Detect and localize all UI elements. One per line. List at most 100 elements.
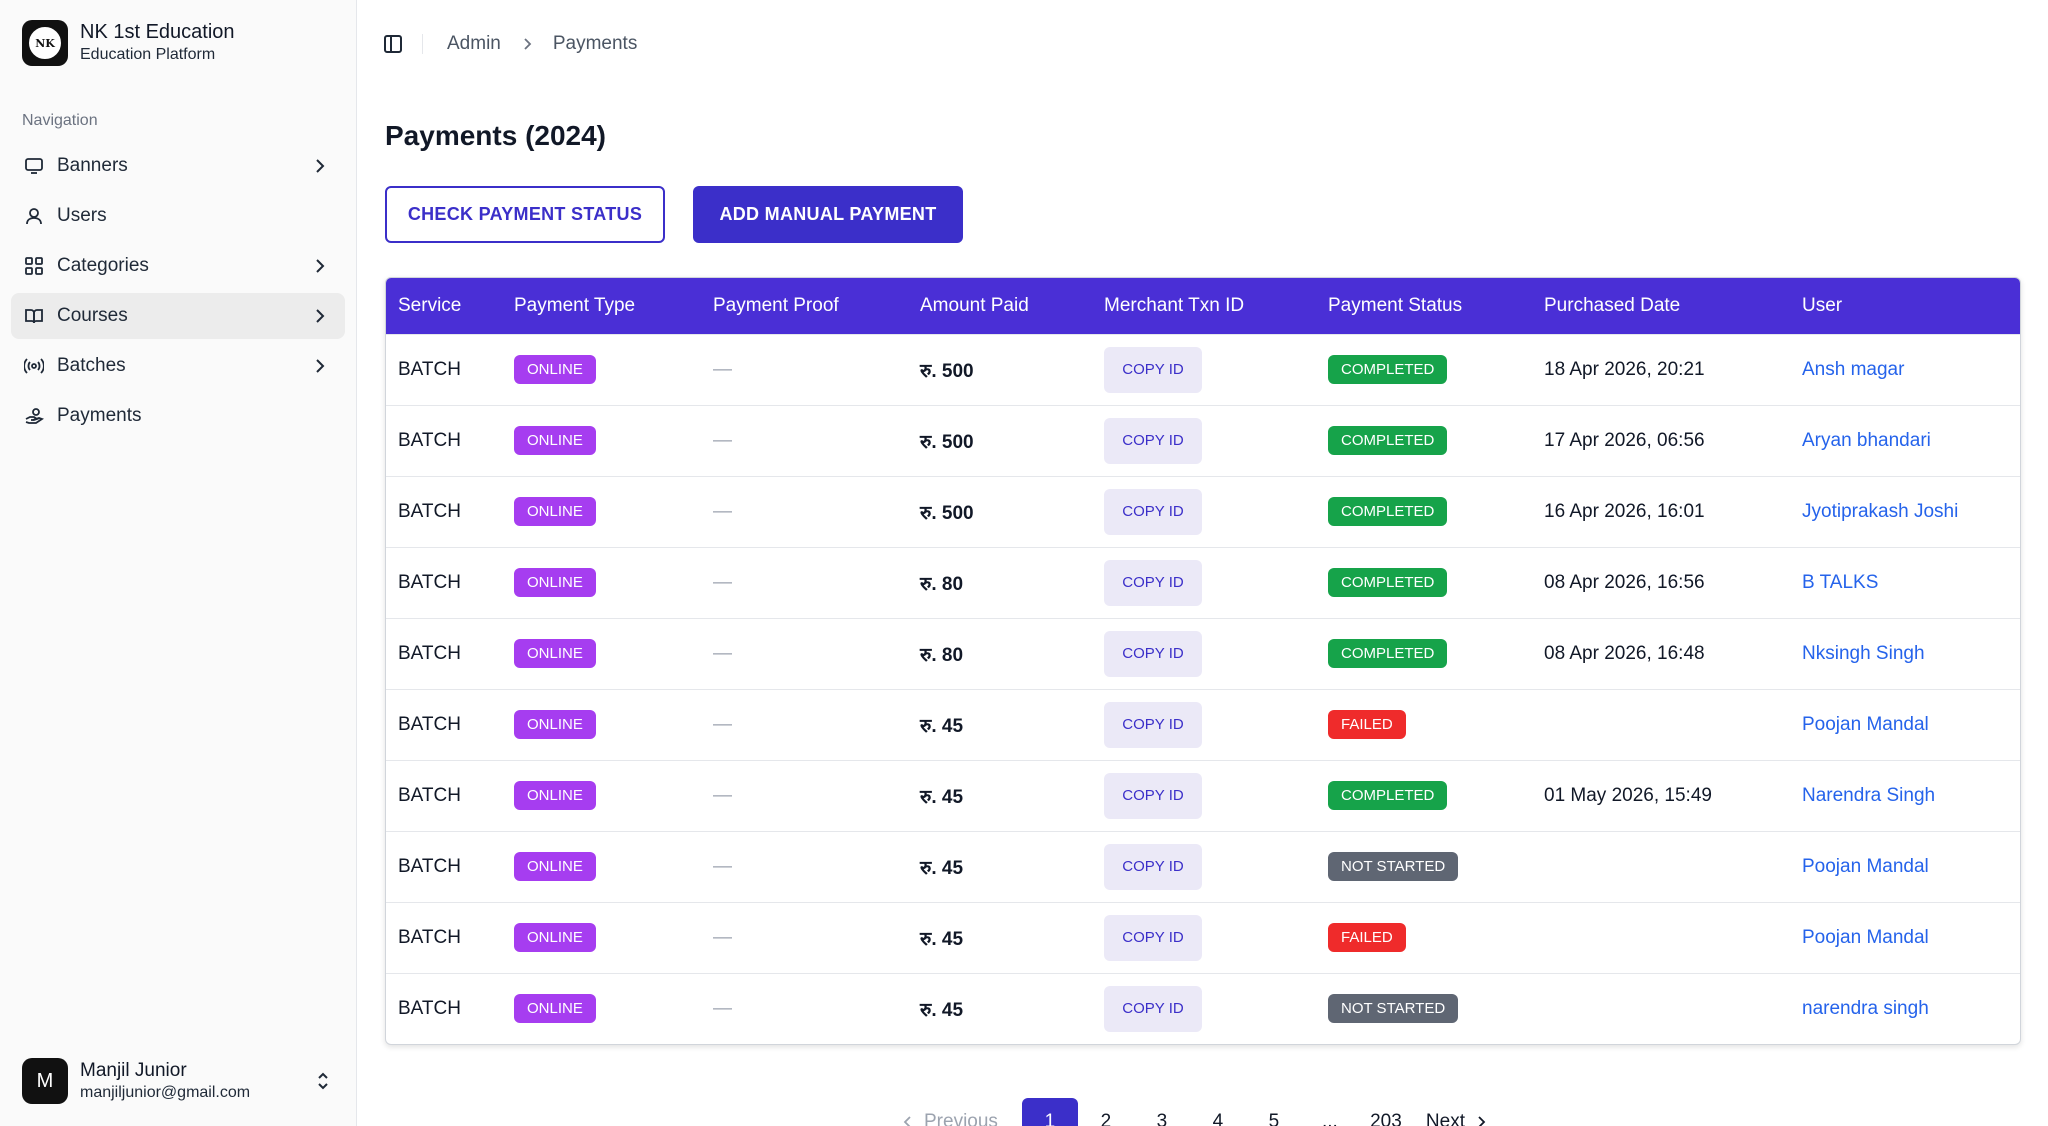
cell-purchased-date <box>1532 902 1790 973</box>
cell-purchased-date: 16 Apr 2026, 16:01 <box>1544 500 1705 522</box>
copy-id-button[interactable]: COPY ID <box>1104 772 1202 819</box>
table-row: BATCH ONLINE — रु. 45 COPY ID FAILED Poojan Ma… <box>386 689 2020 760</box>
payment-type-badge: ONLINE <box>514 852 596 881</box>
page-1[interactable]: 1 <box>1021 1098 1078 1126</box>
brand[interactable]: NK NK 1st Education Education Platform <box>22 20 235 66</box>
copy-id-button[interactable]: COPY ID <box>1104 914 1202 961</box>
breadcrumb-admin[interactable]: Admin <box>447 33 501 55</box>
add-manual-payment-button[interactable]: ADD MANUAL PAYMENT <box>693 186 963 243</box>
copy-id-button[interactable]: COPY ID <box>1104 346 1202 393</box>
status-badge: COMPLETED <box>1328 355 1448 384</box>
cell-amount: रु. 500 <box>920 502 974 524</box>
sidebar-toggle-icon[interactable] <box>382 33 404 55</box>
table-row: BATCH ONLINE — रु. 80 COPY ID COMPLETED 08 Apr… <box>386 547 2020 618</box>
sidebar-item-users[interactable]: Users <box>11 193 345 239</box>
copy-id-button[interactable]: COPY ID <box>1104 630 1202 677</box>
sidebar-item-categories[interactable]: Categories <box>11 243 345 289</box>
column-header: Amount Paid <box>920 294 1029 316</box>
cell-merchant-txn: COPY ID <box>1092 405 1316 476</box>
copy-id-button[interactable]: COPY ID <box>1104 488 1202 535</box>
cell-payment-proof: — <box>701 902 908 973</box>
user-link[interactable]: Ansh magar <box>1802 359 1904 380</box>
copy-id-button[interactable]: COPY ID <box>1104 701 1202 748</box>
status-badge: COMPLETED <box>1328 568 1448 597</box>
pagination-previous[interactable]: Previous <box>900 1111 998 1126</box>
cell-payment-proof: — <box>701 405 908 476</box>
column-header: Service <box>398 294 462 316</box>
payment-hand-icon <box>23 405 45 427</box>
sidebar-item-label: Batches <box>57 355 126 376</box>
cell-service: BATCH <box>398 358 461 380</box>
column-header: Payment Proof <box>713 294 839 316</box>
payment-type-badge: ONLINE <box>514 639 596 668</box>
pagination-ellipsis: ... <box>1322 1111 1338 1126</box>
cell-user: Nksingh Singh <box>1790 618 2020 689</box>
payment-proof-empty: — <box>713 997 732 1019</box>
copy-id-button[interactable]: COPY ID <box>1104 985 1202 1032</box>
cell-merchant-txn: COPY ID <box>1092 902 1316 973</box>
cell-service: BATCH <box>398 997 461 1019</box>
sidebar-item-label: Courses <box>57 305 128 326</box>
brand-name: NK 1st Education <box>80 21 235 43</box>
user-link[interactable]: narendra singh <box>1802 998 1929 1019</box>
page-2[interactable]: 2 <box>1078 1098 1134 1126</box>
cell-purchased-date <box>1532 689 1790 760</box>
chevron-right-icon <box>316 159 325 173</box>
cell-payment-type: ONLINE <box>502 902 701 973</box>
broadcast-icon <box>23 355 45 377</box>
status-badge: COMPLETED <box>1328 639 1448 668</box>
chevrons-up-down-icon[interactable] <box>312 1070 334 1092</box>
sidebar-item-payments[interactable]: Payments <box>11 393 345 439</box>
status-badge: FAILED <box>1328 923 1406 952</box>
column-header: Payment Type <box>514 294 636 316</box>
cell-amount: रु. 45 <box>920 715 964 737</box>
page-5[interactable]: 5 <box>1246 1098 1302 1126</box>
cell-purchased-date: 01 May 2026, 15:49 <box>1544 784 1712 806</box>
user-link[interactable]: B TALKS <box>1802 572 1878 593</box>
page-3[interactable]: 3 <box>1134 1098 1190 1126</box>
cell-user: Ansh magar <box>1790 334 2020 405</box>
cell-status: COMPLETED <box>1316 476 1532 547</box>
user-link[interactable]: Nksingh Singh <box>1802 643 1925 664</box>
chevron-right-icon <box>524 38 532 50</box>
page-4[interactable]: 4 <box>1190 1098 1246 1126</box>
cell-payment-type: ONLINE <box>502 547 701 618</box>
user-link[interactable]: Poojan Mandal <box>1802 927 1929 948</box>
user-link[interactable]: Jyotiprakash Joshi <box>1802 501 1958 522</box>
cell-purchased-date: 08 Apr 2026, 16:48 <box>1544 642 1705 664</box>
cell-amount: रु. 80 <box>920 644 964 666</box>
cell-payment-proof: — <box>701 334 908 405</box>
payment-type-badge: ONLINE <box>514 568 596 597</box>
sidebar-item-batches[interactable]: Batches <box>11 343 345 389</box>
table-row: BATCH ONLINE — रु. 500 COPY ID COMPLETED 18 Ap… <box>386 334 2020 405</box>
cell-service: BATCH <box>398 784 461 806</box>
cell-merchant-txn: COPY ID <box>1092 760 1316 831</box>
copy-id-button[interactable]: COPY ID <box>1104 843 1202 890</box>
user-link[interactable]: Narendra Singh <box>1802 785 1935 806</box>
table-row: BATCH ONLINE — रु. 45 COPY ID NOT STARTED nare… <box>386 973 2020 1044</box>
sidebar-item-banners[interactable]: Banners <box>11 143 345 189</box>
user-link[interactable]: Poojan Mandal <box>1802 714 1929 735</box>
cell-user: B TALKS <box>1790 547 2020 618</box>
cell-payment-type: ONLINE <box>502 618 701 689</box>
pagination-next[interactable]: Next <box>1426 1111 1489 1126</box>
user-link[interactable]: Poojan Mandal <box>1802 856 1929 877</box>
cell-status: COMPLETED <box>1316 760 1532 831</box>
payment-proof-empty: — <box>713 500 732 522</box>
user-email: manjiljunior@gmail.com <box>80 1083 251 1101</box>
user-link[interactable]: Aryan bhandari <box>1802 430 1931 451</box>
cell-status: NOT STARTED <box>1316 831 1532 902</box>
copy-id-button[interactable]: COPY ID <box>1104 417 1202 464</box>
book-open-icon <box>23 305 45 327</box>
status-badge: COMPLETED <box>1328 497 1448 526</box>
pagination-previous-label: Previous <box>924 1111 998 1126</box>
page-203[interactable]: 203 <box>1358 1098 1414 1126</box>
cell-merchant-txn: COPY ID <box>1092 973 1316 1044</box>
user-menu[interactable]: M Manjil Junior manjiljunior@gmail.com <box>22 1058 338 1104</box>
cell-user: Narendra Singh <box>1790 760 2020 831</box>
status-badge: NOT STARTED <box>1328 994 1459 1024</box>
cell-user: Poojan Mandal <box>1790 902 2020 973</box>
check-payment-status-button[interactable]: CHECK PAYMENT STATUS <box>385 186 665 243</box>
sidebar-item-courses[interactable]: Courses <box>11 293 345 339</box>
copy-id-button[interactable]: COPY ID <box>1104 559 1202 606</box>
